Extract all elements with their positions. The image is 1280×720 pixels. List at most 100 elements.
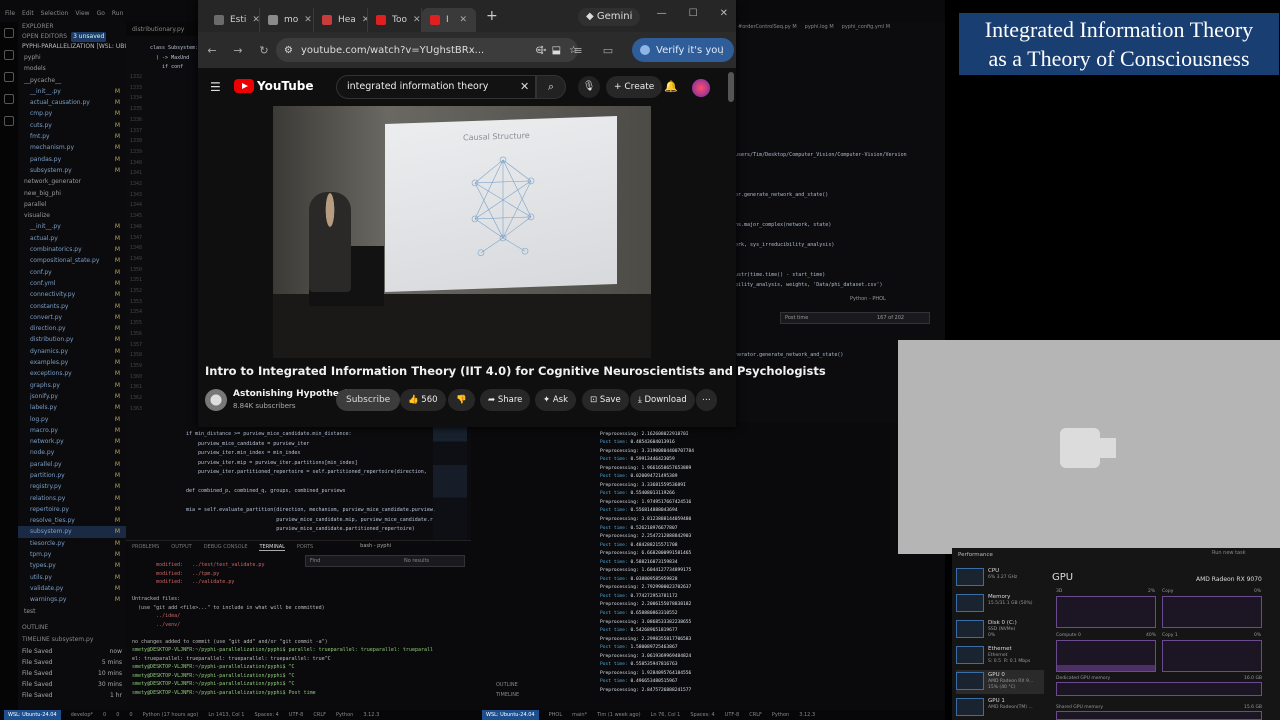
new-tab-button[interactable]: +	[486, 8, 498, 24]
timeline-header[interactable]: TIMELINE subsystem.py	[22, 636, 93, 643]
find-input[interactable]: Find	[310, 558, 320, 564]
maximize-icon[interactable]: ☐	[689, 8, 698, 19]
status-item[interactable]: Ln 76, Col 1	[651, 710, 681, 720]
notifications-bell-icon[interactable]: 🔔	[664, 80, 678, 93]
performance-item[interactable]: Memory 15.5/31.1 GB (50%)	[956, 592, 1044, 616]
status-item[interactable]: develop*	[71, 710, 93, 720]
reload-icon[interactable]: ↻	[258, 44, 270, 57]
tab-close-icon[interactable]: ✕	[252, 15, 259, 25]
status-item[interactable]: Spaces: 4	[690, 710, 714, 720]
browser-tab[interactable]: Too ✕	[368, 8, 422, 32]
browser-tab[interactable]: mo ✕	[260, 8, 314, 32]
folder-item[interactable]: network_generator	[18, 176, 126, 187]
status-item[interactable]: Ln 1413, Col 1	[208, 710, 244, 720]
tab-close-icon[interactable]: ✕	[304, 15, 312, 25]
output-log[interactable]: Post time: 0.50006413421123Preprocessing…	[600, 422, 900, 702]
timeline-item[interactable]: File Saved 30 mins	[22, 681, 122, 692]
panel-tab[interactable]: TERMINAL	[259, 544, 285, 551]
timeline-item[interactable]: File Saved 5 mins	[22, 659, 122, 670]
tab-close-icon[interactable]: ✕	[413, 15, 421, 25]
clear-search-icon[interactable]: ✕	[520, 80, 529, 93]
page-scrollbar[interactable]	[728, 72, 734, 102]
timeline-item[interactable]: File Saved 10 mins	[22, 670, 122, 681]
status-item[interactable]: 0	[129, 710, 132, 720]
file-item[interactable]: subsystem.py M	[18, 526, 126, 538]
status-item[interactable]: Tim (1 week ago)	[597, 710, 640, 720]
file-item[interactable]: __init__.py M	[18, 86, 126, 97]
right-editor-tab[interactable]: pyphi_config.yml M	[842, 24, 890, 30]
file-item[interactable]: actual_causation.py M	[18, 97, 126, 108]
menu-item[interactable]: View	[75, 10, 89, 17]
editor-tab[interactable]: distributionary.py	[132, 26, 184, 33]
status-item[interactable]: UTF-8	[725, 710, 740, 720]
status-item[interactable]: PHOL	[549, 710, 563, 720]
forward-icon[interactable]: →	[232, 44, 244, 57]
file-item[interactable]: warnings.py M	[18, 594, 126, 605]
file-item[interactable]: conf.py M	[18, 267, 126, 278]
performance-item[interactable]: CPU 6% 3.27 GHz	[956, 566, 1044, 590]
file-item[interactable]: repertoire.py M	[18, 504, 126, 515]
browser-tab[interactable]: Hea✕	[314, 8, 368, 32]
file-item[interactable]: network.py M	[18, 436, 126, 447]
status-item[interactable]: Python	[336, 710, 353, 720]
file-item[interactable]: registry.py M	[18, 481, 126, 492]
file-item[interactable]: examples.py M	[18, 357, 126, 368]
minimize-icon[interactable]: —	[657, 8, 667, 19]
timeline-item[interactable]: File Saved now	[22, 648, 122, 659]
url-text[interactable]: youtube.com/watch?v=YUghstBRx...	[301, 45, 527, 56]
extensions-puzzle-icon[interactable]: ✣	[536, 44, 548, 57]
code-snippet[interactable]: if min_distance >= purview_mice_candidat…	[186, 430, 456, 535]
create-button[interactable]: + Create	[606, 76, 663, 98]
run-debug-icon[interactable]	[4, 94, 14, 104]
file-item[interactable]: validate.py M	[18, 583, 126, 594]
panel-tab[interactable]: DEBUG CONSOLE	[204, 544, 248, 550]
file-item[interactable]: cuts.py M	[18, 120, 126, 131]
install-icon[interactable]: ⬓	[552, 45, 561, 56]
gemini-button[interactable]: ◆ Gemini	[578, 8, 641, 26]
file-item[interactable]: relations.py M	[18, 493, 126, 504]
source-control-icon[interactable]	[4, 72, 14, 82]
project-header[interactable]: PYPHI-PARALLELIZATION [WSL: UBUNTU-24.04…	[18, 42, 126, 52]
status-item[interactable]: CRLF	[313, 710, 326, 720]
explorer-icon[interactable]	[4, 28, 14, 38]
file-item[interactable]: __init__.py M	[18, 221, 126, 232]
folder-item[interactable]: pyphi	[18, 52, 126, 63]
timeline-header-2[interactable]: TIMELINE	[496, 690, 600, 700]
back-icon[interactable]: ←	[206, 44, 218, 57]
panel-tab[interactable]: PROBLEMS	[132, 544, 159, 550]
run-new-task-button[interactable]: Run new task	[1212, 550, 1246, 556]
reading-list-icon[interactable]: ≡	[572, 44, 584, 57]
status-item[interactable]: Python (17 hours ago)	[143, 710, 199, 720]
menu-item[interactable]: Edit	[22, 10, 34, 17]
file-item[interactable]: jsonify.py M	[18, 391, 126, 402]
status-item[interactable]: UTF-8	[289, 710, 304, 720]
channel-avatar[interactable]	[205, 389, 227, 411]
file-item[interactable]: distribution.py M	[18, 334, 126, 345]
sidepanel-icon[interactable]: ▭	[602, 44, 614, 57]
file-item[interactable]: actual.py M	[18, 233, 126, 244]
menu-item[interactable]: Go	[97, 10, 105, 17]
output-find-input[interactable]: Post time	[785, 315, 808, 321]
ask-button[interactable]: ✦ Ask	[535, 389, 576, 411]
status-item[interactable]: 0	[103, 710, 106, 720]
like-button[interactable]: 👍 560	[400, 389, 446, 411]
terminal-output[interactable]: modified: ../test/test_validate.py modif…	[132, 561, 467, 697]
file-item[interactable]: combinatorics.py M	[18, 244, 126, 255]
status-item[interactable]: 0	[116, 710, 119, 720]
right-editor-tab[interactable]: pyphi.log M	[805, 24, 834, 30]
subscribe-button[interactable]: Subscribe	[336, 389, 401, 411]
status-item[interactable]: Spaces: 4	[254, 710, 278, 720]
performance-item[interactable]: Ethernet Ethernet S: 0.5 R: 0.1 Mbps	[956, 644, 1044, 668]
file-item[interactable]: convert.py M	[18, 312, 126, 323]
status-item[interactable]: main*	[572, 710, 587, 720]
address-bar[interactable]: ⚙ youtube.com/watch?v=YUghstBRx... ⊖ ⬓ ☆	[276, 38, 578, 62]
search-input[interactable]: integrated information theory	[336, 75, 536, 99]
minimap[interactable]	[433, 426, 467, 556]
more-actions-button[interactable]: ⋯	[696, 389, 717, 411]
file-item[interactable]: partition.py M	[18, 470, 126, 481]
panel-tab[interactable]: PORTS	[297, 544, 313, 550]
file-item[interactable]: utils.py M	[18, 572, 126, 583]
search-icon[interactable]	[4, 50, 14, 60]
save-button[interactable]: ⊡ Save	[582, 389, 629, 411]
status-item[interactable]: 3.12.3	[799, 710, 815, 720]
